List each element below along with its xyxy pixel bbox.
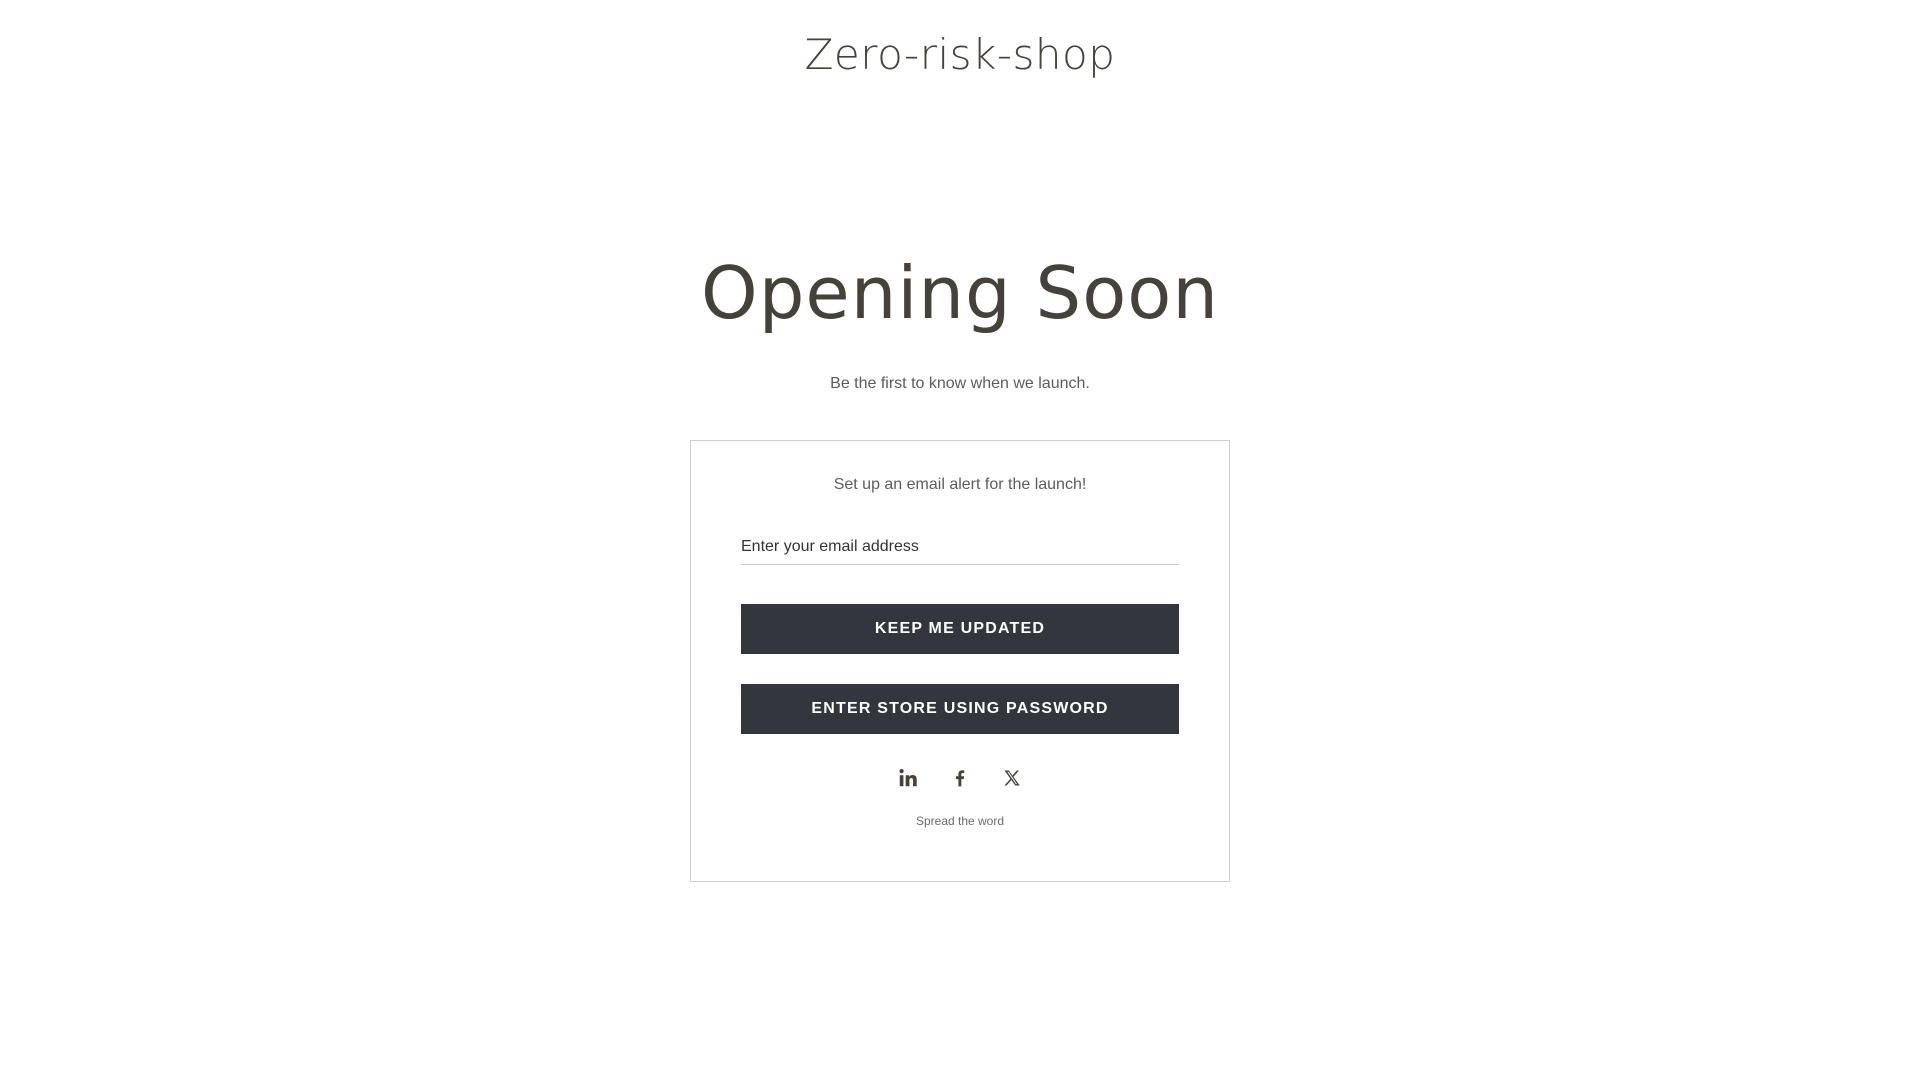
spread-the-word-caption: Spread the word [915,814,1005,828]
linkedin-icon[interactable] [896,766,920,790]
email-signup-card: Set up an email alert for the launch! KE… [690,440,1230,882]
page-title: Opening Soon [701,251,1219,335]
facebook-icon[interactable] [948,766,972,790]
store-name[interactable]: Zero-risk-shop [0,26,1920,84]
enter-store-password-button[interactable]: ENTER STORE USING PASSWORD [741,684,1179,734]
social-share-row [691,766,1229,790]
page-subtitle: Be the first to know when we launch. [830,375,1090,392]
keep-me-updated-button[interactable]: KEEP ME UPDATED [741,604,1179,654]
email-field[interactable] [741,529,1179,565]
x-icon[interactable] [1000,766,1024,790]
signup-intro-text: Set up an email alert for the launch! [833,476,1087,493]
